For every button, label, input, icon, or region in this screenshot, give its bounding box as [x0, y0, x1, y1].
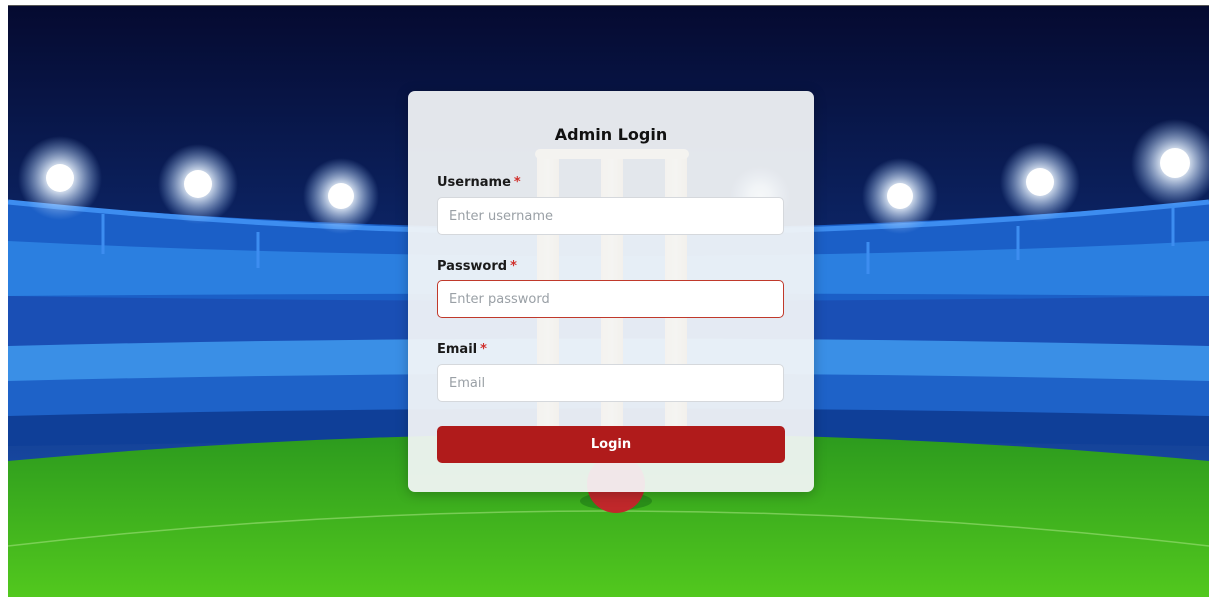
- username-label: Username *: [437, 175, 521, 190]
- password-input[interactable]: [437, 280, 784, 318]
- email-label-text: Email: [437, 342, 478, 357]
- password-label: Password *: [437, 259, 517, 274]
- required-asterisk: *: [480, 342, 487, 357]
- required-asterisk: *: [510, 259, 517, 274]
- login-button[interactable]: Login: [437, 426, 785, 463]
- username-label-text: Username: [437, 175, 511, 190]
- login-card: Admin Login Username* Password* Email* L…: [408, 91, 814, 492]
- email-label: Email *: [437, 342, 487, 357]
- email-input[interactable]: [437, 364, 784, 402]
- required-asterisk: *: [513, 175, 521, 190]
- username-input[interactable]: [437, 197, 784, 235]
- password-label-text: Password: [437, 259, 508, 274]
- page-title: Admin Login: [554, 125, 668, 144]
